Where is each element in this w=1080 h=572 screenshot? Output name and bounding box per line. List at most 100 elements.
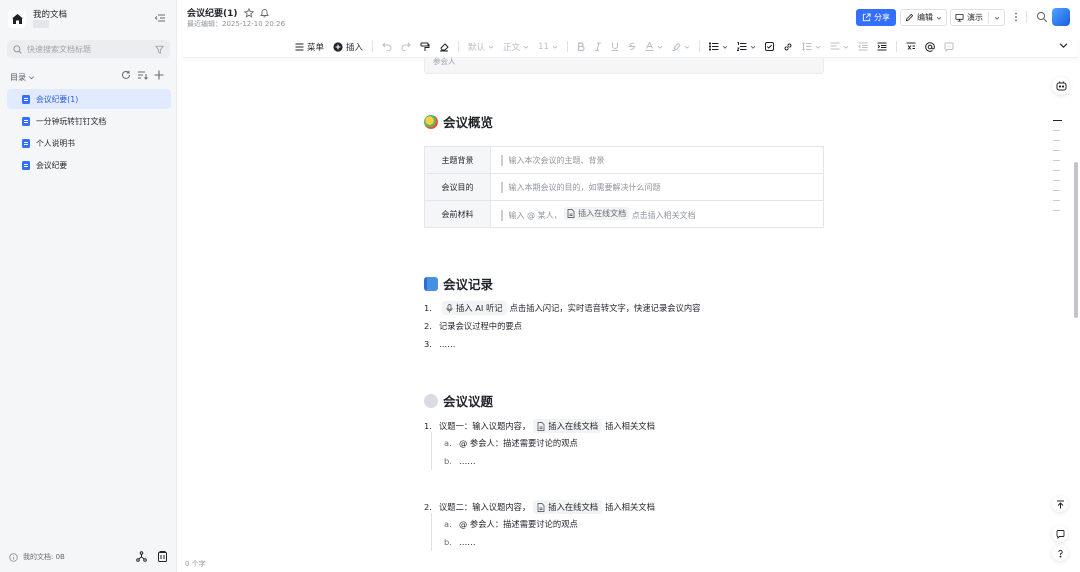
font-family-select[interactable]: 默认: [468, 40, 494, 54]
redo-icon[interactable]: [401, 40, 411, 54]
outdent-icon[interactable]: [858, 40, 868, 54]
sidebar-item-personal-manual[interactable]: 个人说明书: [7, 133, 171, 153]
share-button[interactable]: 分享: [856, 9, 896, 26]
insert-doc-chip[interactable]: 插入在线文档: [564, 207, 630, 220]
table-value-cell[interactable]: 输入本期会议的目的，如需要解决什么问题: [490, 173, 824, 201]
home-icon[interactable]: [8, 10, 26, 28]
doc-icon: [22, 138, 30, 148]
attendees-callout[interactable]: 参会人: [424, 57, 824, 74]
formula-icon[interactable]: [906, 40, 916, 54]
strikethrough-icon[interactable]: [628, 40, 636, 54]
share-icon: [862, 13, 871, 22]
highlight-icon[interactable]: [672, 40, 690, 54]
sidebar-item-meeting-notes-1[interactable]: 会议纪要(1): [7, 89, 171, 109]
feedback-icon[interactable]: [1052, 526, 1068, 542]
list-item-text: 插入相关文档: [605, 421, 655, 431]
share-tree-icon[interactable]: [136, 551, 147, 562]
indent-guide: [431, 432, 432, 470]
doc-search-input[interactable]: 快速搜索文档标题: [7, 40, 170, 58]
mention-icon[interactable]: [925, 40, 935, 54]
eraser-icon[interactable]: [439, 40, 449, 54]
divider: [698, 41, 700, 52]
sidebar-item-meeting-notes[interactable]: 会议纪要: [7, 155, 171, 175]
table-value-text: 点击插入相关文档: [631, 211, 696, 220]
storage-label: 我的文档: 0B: [23, 553, 65, 561]
bold-icon[interactable]: [577, 40, 585, 54]
directory-toggle[interactable]: 目录: [10, 72, 35, 83]
section-heading-overview[interactable]: 会议概览: [424, 112, 493, 131]
divider: [566, 41, 568, 52]
checklist-icon[interactable]: [764, 40, 774, 54]
back-to-top-icon[interactable]: [1052, 496, 1068, 512]
list-number: b.: [444, 456, 452, 466]
list-item[interactable]: 3. ……: [424, 339, 456, 349]
bullet-list-icon[interactable]: [708, 40, 728, 54]
italic-icon[interactable]: [594, 40, 602, 54]
ai-notes-chip[interactable]: 插入 AI 听记: [442, 301, 507, 315]
insert-doc-chip[interactable]: 插入在线文档: [533, 419, 603, 433]
table-value-cell[interactable]: 输入 @ 某人， 插入在线文档 点击插入相关文档: [490, 200, 824, 228]
last-edited: 最近编辑：2025-12-10 20:26: [187, 20, 286, 28]
collapse-toolbar-icon[interactable]: [1059, 41, 1068, 53]
font-size-select[interactable]: 11: [538, 40, 558, 54]
list-item[interactable]: 2. 记录会议过程中的要点: [424, 320, 522, 332]
present-button[interactable]: 演示: [950, 9, 1005, 26]
align-icon[interactable]: [830, 40, 849, 54]
indent-icon[interactable]: [877, 40, 887, 54]
table-value-cell[interactable]: 输入本次会议的主题、背景: [490, 146, 824, 174]
ordered-list-icon[interactable]: [736, 40, 756, 54]
table-key-cell: 主题背景: [424, 146, 491, 174]
format-painter-icon[interactable]: [420, 40, 430, 54]
collapse-sidebar-icon[interactable]: [154, 12, 166, 24]
help-icon[interactable]: [1052, 545, 1068, 561]
avatar[interactable]: [1052, 8, 1070, 26]
book-emoji-icon: [424, 276, 438, 291]
edit-mode-button[interactable]: 编辑: [900, 9, 947, 26]
underline-icon[interactable]: [611, 40, 619, 54]
comment-icon[interactable]: [944, 40, 954, 54]
list-item[interactable]: a. @ 参会人：描述需要讨论的观点: [444, 518, 578, 530]
refresh-icon[interactable]: [121, 70, 131, 80]
menu-button[interactable]: 菜单: [295, 40, 324, 54]
font-size-value: 11: [538, 41, 549, 52]
more-icon[interactable]: [1010, 11, 1022, 23]
insert-button[interactable]: 插入: [333, 40, 363, 54]
search-icon[interactable]: [1036, 11, 1048, 23]
filter-icon[interactable]: [155, 45, 164, 54]
add-icon[interactable]: [154, 70, 164, 80]
list-item[interactable]: a. @ 参会人：描述需要讨论的观点: [444, 437, 578, 449]
chevron-down-icon[interactable]: [994, 15, 1000, 21]
paragraph-style-select[interactable]: 正文: [503, 40, 529, 54]
doc-list: 会议纪要(1) 一分钟玩转钉钉文档 个人说明书 会议纪要: [7, 89, 171, 177]
indent-guide: [431, 513, 432, 551]
bell-icon[interactable]: [259, 8, 269, 18]
cursor-bar: [501, 181, 503, 193]
star-icon[interactable]: [243, 7, 254, 18]
ai-assistant-icon[interactable]: [1052, 77, 1070, 95]
trash-icon[interactable]: [157, 551, 168, 562]
section-heading-records[interactable]: 会议记录: [424, 274, 493, 293]
list-item[interactable]: b. ……: [444, 537, 476, 547]
sidebar-item-one-minute-guide[interactable]: 一分钟玩转钉钉文档: [7, 111, 171, 131]
doc-icon: [22, 94, 30, 104]
link-icon[interactable]: [783, 40, 793, 54]
scrollbar-thumb[interactable]: [1074, 162, 1078, 318]
doc-icon: [22, 160, 30, 170]
storage-info: 我的文档: 0B: [9, 552, 65, 562]
undo-icon[interactable]: [382, 40, 392, 54]
list-item[interactable]: 2. 议题二：输入议题内容， 插入在线文档 插入相关文档: [424, 500, 655, 514]
list-item[interactable]: 1. 议题一：输入议题内容， 插入在线文档 插入相关文档: [424, 419, 655, 433]
insert-doc-chip[interactable]: 插入在线文档: [533, 500, 603, 514]
doc-link-icon: [567, 209, 575, 218]
doc-title-bar: 会议纪要(1): [187, 6, 269, 19]
present-icon: [955, 13, 964, 22]
records-heading: 会议记录: [443, 277, 494, 292]
doc-title[interactable]: 会议纪要(1): [187, 6, 238, 19]
list-item[interactable]: b. ……: [444, 456, 476, 466]
font-color-icon[interactable]: [645, 40, 663, 54]
list-item[interactable]: 1. 插入 AI 听记 点击插入闪记，实时语音转文字，快速记录会议内容: [424, 301, 700, 315]
line-spacing-icon[interactable]: [802, 40, 821, 54]
section-heading-topics[interactable]: 会议议题: [424, 391, 493, 410]
sort-icon[interactable]: [137, 70, 148, 80]
workspace-subtitle-placeholder: [33, 20, 49, 28]
